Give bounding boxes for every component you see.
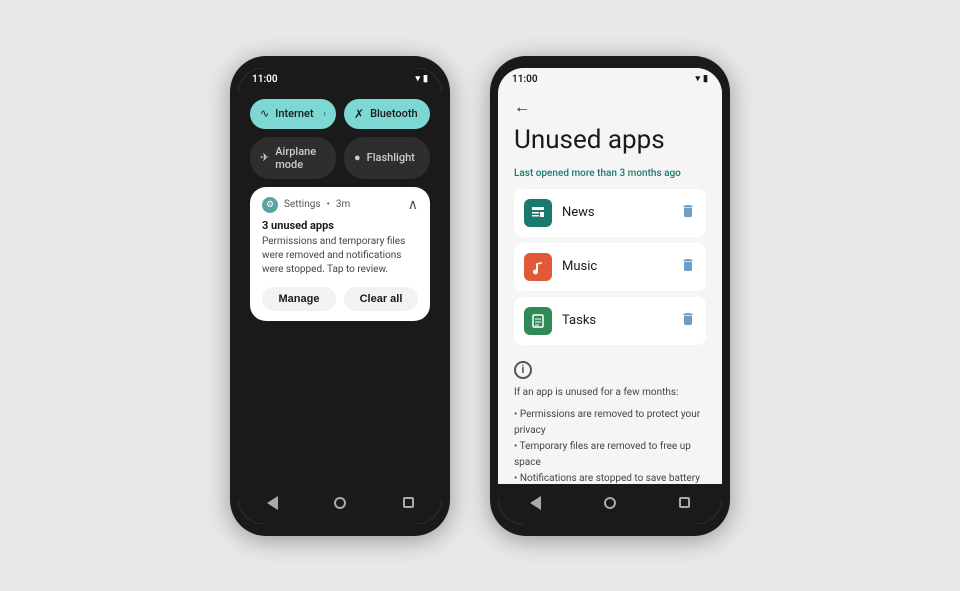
internet-tile[interactable]: ∿ Internet › bbox=[250, 99, 336, 129]
notif-title: 3 unused apps bbox=[262, 219, 418, 232]
battery-icon: ▮ bbox=[423, 74, 428, 84]
info-icon: i bbox=[514, 361, 532, 379]
back-button[interactable] bbox=[261, 492, 283, 514]
right-battery-icon: ▮ bbox=[703, 74, 708, 84]
info-section: i If an app is unused for a few months: … bbox=[514, 351, 706, 484]
airplane-icon: ✈ bbox=[260, 151, 269, 164]
flashlight-label: Flashlight bbox=[367, 151, 420, 164]
right-nav-bar bbox=[498, 484, 722, 524]
info-bullets: • Permissions are removed to protect you… bbox=[514, 407, 706, 484]
tasks-delete-icon[interactable] bbox=[680, 311, 696, 331]
music-app-icon bbox=[524, 253, 552, 281]
signal-icon: ▾ bbox=[416, 74, 421, 84]
page-title: Unused apps bbox=[514, 125, 706, 156]
info-header-text: If an app is unused for a few months: bbox=[514, 385, 706, 401]
notif-expand-icon[interactable]: ∧ bbox=[408, 197, 418, 213]
wifi-icon: ∿ bbox=[260, 107, 269, 120]
right-time: 11:00 bbox=[512, 74, 538, 85]
right-content: ← Unused apps Last opened more than 3 mo… bbox=[498, 89, 722, 484]
back-icon bbox=[267, 496, 278, 510]
right-home-button[interactable] bbox=[599, 492, 621, 514]
bluetooth-icon: ✗ bbox=[354, 107, 364, 121]
left-phone: 11:00 ▾ ▮ ∿ Internet › ✗ Bluetooth bbox=[230, 56, 450, 536]
notification-card[interactable]: ⚙ Settings • 3m ∧ 3 unused apps Permissi… bbox=[250, 187, 430, 321]
left-status-icons: ▾ ▮ bbox=[416, 74, 428, 84]
chevron-icon: › bbox=[323, 109, 326, 119]
notif-dot: • bbox=[327, 199, 330, 210]
app-item-tasks[interactable]: Tasks bbox=[514, 297, 706, 345]
flashlight-tile[interactable]: ● Flashlight bbox=[344, 137, 430, 179]
news-app-name: News bbox=[562, 205, 670, 220]
music-delete-icon[interactable] bbox=[680, 257, 696, 277]
app-item-news[interactable]: News bbox=[514, 189, 706, 237]
notif-app-name: Settings bbox=[284, 199, 321, 210]
airplane-label: Airplane mode bbox=[275, 145, 326, 171]
notif-header: ⚙ Settings • 3m ∧ bbox=[262, 197, 418, 213]
left-status-bar: 11:00 ▾ ▮ bbox=[238, 68, 442, 89]
subtitle: Last opened more than 3 months ago bbox=[514, 168, 706, 179]
tasks-app-name: Tasks bbox=[562, 313, 670, 328]
manage-button[interactable]: Manage bbox=[262, 287, 336, 311]
news-app-icon bbox=[524, 199, 552, 227]
left-phone-screen: 11:00 ▾ ▮ ∿ Internet › ✗ Bluetooth bbox=[238, 68, 442, 524]
bluetooth-tile[interactable]: ✗ Bluetooth bbox=[344, 99, 430, 129]
notif-header-left: ⚙ Settings • 3m bbox=[262, 197, 350, 213]
right-signal-icon: ▾ bbox=[696, 74, 701, 84]
notif-time: 3m bbox=[336, 199, 350, 210]
airplane-tile[interactable]: ✈ Airplane mode bbox=[250, 137, 336, 179]
notif-actions: Manage Clear all bbox=[262, 287, 418, 311]
clear-all-button[interactable]: Clear all bbox=[344, 287, 418, 311]
right-home-icon bbox=[604, 497, 616, 509]
app-item-music[interactable]: Music bbox=[514, 243, 706, 291]
right-phone: 11:00 ▾ ▮ ← Unused apps Last opened more… bbox=[490, 56, 730, 536]
left-nav-bar bbox=[238, 484, 442, 524]
quick-settings-panel: ∿ Internet › ✗ Bluetooth ✈ Airplane mode… bbox=[238, 89, 442, 484]
right-recents-button[interactable] bbox=[674, 492, 696, 514]
tasks-app-icon bbox=[524, 307, 552, 335]
right-back-icon bbox=[530, 496, 541, 510]
internet-label: Internet bbox=[275, 107, 317, 120]
home-icon bbox=[334, 497, 346, 509]
settings-app-icon: ⚙ bbox=[262, 197, 278, 213]
recents-icon bbox=[403, 497, 414, 508]
qs-row-2: ✈ Airplane mode ● Flashlight bbox=[250, 137, 430, 179]
news-delete-icon[interactable] bbox=[680, 203, 696, 223]
home-button[interactable] bbox=[329, 492, 351, 514]
bluetooth-label: Bluetooth bbox=[370, 107, 420, 120]
recents-button[interactable] bbox=[397, 492, 419, 514]
right-status-bar: 11:00 ▾ ▮ bbox=[498, 68, 722, 89]
right-back-button[interactable] bbox=[524, 492, 546, 514]
left-time: 11:00 bbox=[252, 74, 278, 85]
back-arrow-button[interactable]: ← bbox=[514, 97, 706, 117]
music-app-name: Music bbox=[562, 259, 670, 274]
qs-row-1: ∿ Internet › ✗ Bluetooth bbox=[250, 99, 430, 129]
right-status-icons: ▾ ▮ bbox=[696, 74, 708, 84]
right-recents-icon bbox=[679, 497, 690, 508]
right-phone-screen: 11:00 ▾ ▮ ← Unused apps Last opened more… bbox=[498, 68, 722, 524]
notif-body: Permissions and temporary files were rem… bbox=[262, 235, 418, 277]
flashlight-icon: ● bbox=[354, 151, 361, 164]
